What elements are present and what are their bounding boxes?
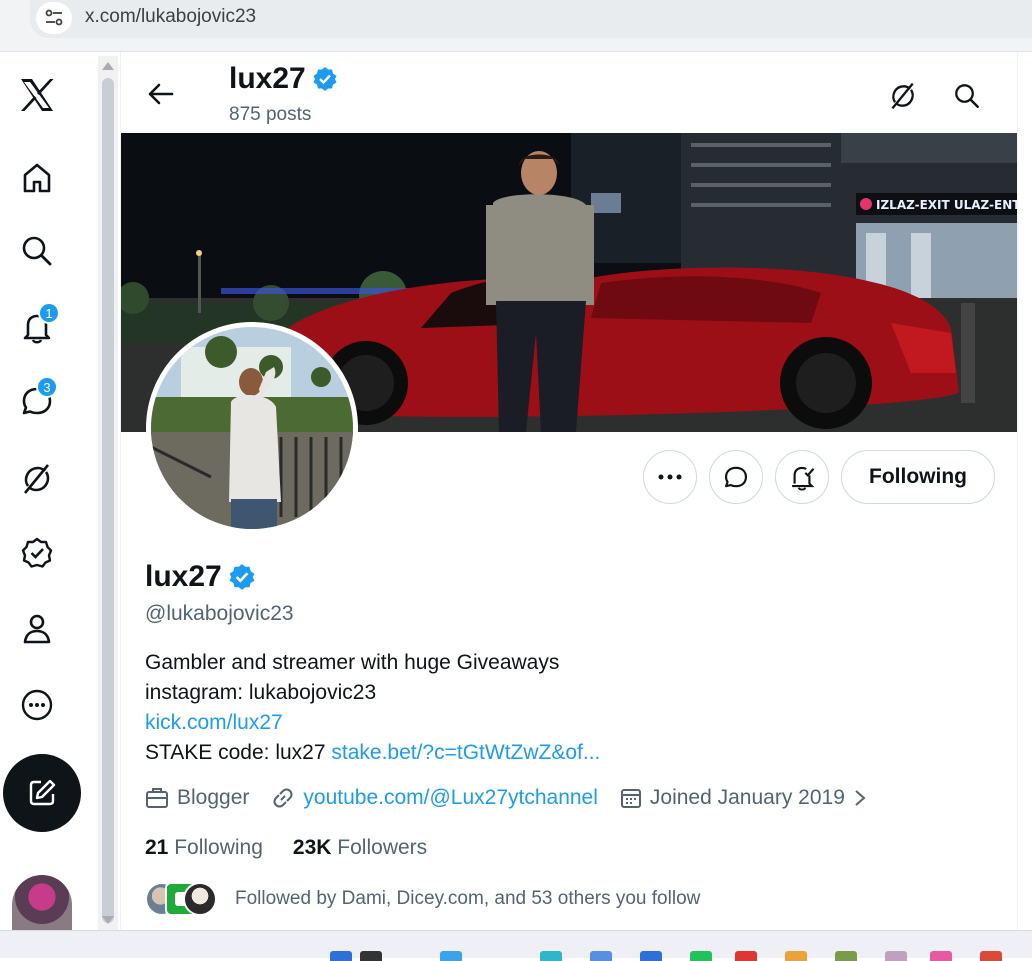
taskbar-app-icon[interactable] [440, 951, 462, 961]
followers-label: Followers [337, 836, 428, 859]
calendar-icon [620, 789, 641, 808]
scrollbar[interactable] [98, 56, 118, 930]
profile-icon[interactable] [16, 608, 58, 650]
chevron-right-icon[interactable] [853, 788, 867, 808]
taskbar-app-icon[interactable] [640, 951, 662, 961]
compose-icon [29, 779, 56, 806]
taskbar-app-icon[interactable] [835, 951, 857, 961]
verified-badge-icon [313, 67, 337, 91]
notifications-bell-icon[interactable]: 1 [16, 302, 60, 348]
verified-badge-icon[interactable] [228, 563, 256, 591]
category-item: Blogger [145, 786, 249, 810]
grok-icon[interactable] [16, 458, 58, 500]
messages-icon[interactable]: 3 [16, 376, 58, 422]
explore-search-icon[interactable] [16, 230, 58, 272]
avatar-photo [151, 327, 353, 529]
site-info-icon[interactable] [36, 2, 72, 34]
messages-badge: 3 [36, 376, 58, 398]
category-label: Blogger [177, 786, 250, 809]
following-label: Following [174, 836, 263, 859]
bio: Gambler and streamer with huge Giveaways… [145, 648, 600, 768]
more-icon[interactable] [16, 684, 58, 726]
scroll-up-arrow-icon[interactable] [102, 62, 114, 70]
follower-avatar [183, 882, 217, 916]
search-icon [955, 84, 979, 108]
bell-check-icon [792, 466, 815, 491]
start-icon[interactable] [330, 951, 352, 961]
more-options-button[interactable] [643, 450, 697, 504]
home-icon[interactable] [16, 157, 58, 199]
grok-icon [891, 82, 914, 110]
display-name-row: lux27 [145, 560, 256, 594]
following-button[interactable]: Following [841, 450, 995, 504]
taskbar-app-icon[interactable] [885, 951, 907, 961]
notifications-subscribe-button[interactable] [775, 450, 829, 504]
bio-link-stake[interactable]: stake.bet/?c=tGtWtZwZ&of... [331, 741, 600, 764]
display-name: lux27 [145, 560, 222, 593]
search-taskbar-icon[interactable] [360, 951, 382, 961]
taskbar-app-icon[interactable] [735, 951, 757, 961]
message-button[interactable] [709, 450, 763, 504]
back-arrow-icon [148, 83, 174, 105]
followers-count: 23K [292, 836, 332, 859]
message-icon [724, 466, 748, 488]
left-navigation: 1 3 [0, 52, 96, 930]
svg-text:IZLAZ-EXIT ULAZ-ENTR: IZLAZ-EXIT ULAZ-ENTR [876, 198, 1018, 212]
joined-label: Joined January 2019 [649, 786, 845, 809]
profile-avatar[interactable] [146, 322, 358, 534]
grok-button[interactable] [883, 76, 923, 116]
profile-top-bar: lux27 875 posts [121, 52, 1017, 133]
taskbar-app-icon[interactable] [540, 951, 562, 961]
notifications-badge: 1 [38, 302, 60, 324]
bio-link-kick[interactable]: kick.com/lux27 [145, 711, 283, 734]
briefcase-icon [146, 788, 168, 808]
browser-address-bar: x.com/lukabojovic23 [0, 0, 1032, 52]
following-count-link[interactable]: 21 Following [145, 836, 263, 860]
followed-by-text: Followed by Dami, Dicey.com, and 53 othe… [235, 888, 701, 909]
taskbar-app-icon[interactable] [930, 951, 952, 961]
scroll-down-arrow-icon[interactable] [102, 916, 114, 924]
bio-line: STAKE code: lux27 [145, 741, 332, 764]
account-avatar[interactable] [12, 875, 72, 930]
taskbar-app-icon[interactable] [690, 951, 712, 961]
website-item: youtube.com/@Lux27ytchannel [271, 786, 598, 810]
ellipsis-icon [658, 474, 682, 480]
joined-item: Joined January 2019 [620, 786, 867, 810]
bio-line: Gambler and streamer with huge Giveaways [145, 651, 560, 674]
header-title: lux27 [229, 62, 338, 96]
taskbar-app-icon[interactable] [980, 951, 1002, 961]
verified-icon[interactable] [16, 532, 58, 574]
x-logo-icon[interactable] [16, 74, 58, 116]
followers-count-link[interactable]: 23K Followers [293, 836, 427, 860]
website-link[interactable]: youtube.com/@Lux27ytchannel [303, 786, 598, 810]
back-button[interactable] [141, 74, 181, 114]
taskbar-app-icon[interactable] [590, 951, 612, 961]
scroll-thumb[interactable] [102, 78, 114, 923]
posts-count: 875 posts [229, 104, 312, 125]
following-count: 21 [145, 836, 169, 859]
followed-by-avatars [145, 882, 235, 916]
followed-by-row[interactable]: Followed by Dami, Dicey.com, and 53 othe… [145, 882, 700, 916]
bio-line: instagram: lukabojovic23 [145, 681, 377, 704]
compose-post-button[interactable] [3, 754, 81, 832]
follow-counts: 21 Following 23K Followers [145, 836, 427, 860]
taskbar-app-icon[interactable] [785, 951, 807, 961]
link-icon [273, 788, 293, 808]
url-text[interactable]: x.com/lukabojovic23 [85, 6, 256, 28]
header-name: lux27 [229, 62, 306, 95]
search-button[interactable] [947, 76, 987, 116]
handle: @lukabojovic23 [145, 602, 294, 625]
profile-main-column: lux27 875 posts IZLAZ-EXIT ULAZ-ENTR Fol… [120, 52, 1018, 930]
profile-meta-row: Blogger youtube.com/@Lux27ytchannel Join… [145, 786, 889, 810]
os-taskbar [0, 930, 1032, 961]
